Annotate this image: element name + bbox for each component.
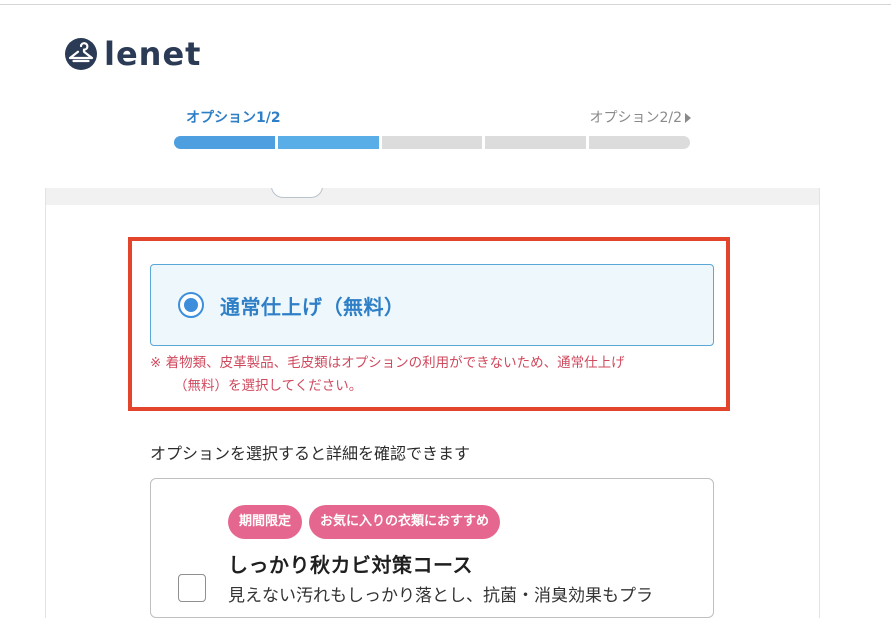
caret-right-icon xyxy=(685,113,691,123)
progress-segment xyxy=(277,136,379,149)
course-option-card[interactable]: 期間限定 お気に入りの衣類におすすめ しっかり秋カビ対策コース 見えない汚れもし… xyxy=(150,478,714,618)
recommended-badge: お気に入りの衣類におすすめ xyxy=(309,505,501,539)
note-line-1: ※ 着物類、皮革製品、毛皮類はオプションの利用ができないため、通常仕上げ xyxy=(150,355,625,371)
standard-finish-radio[interactable] xyxy=(178,292,204,318)
note-line-2: （無料）を選択してください。 xyxy=(174,378,363,394)
hanger-logo-icon xyxy=(65,38,97,70)
limited-time-badge: 期間限定 xyxy=(228,505,303,539)
step-current-label: オプション1/2 xyxy=(186,110,281,126)
top-divider xyxy=(0,4,891,5)
brand-logo[interactable]: lenet xyxy=(64,34,201,74)
card-header-scrolled xyxy=(46,188,819,205)
step-next-label: オプション2/2 xyxy=(589,110,682,126)
standard-finish-note: ※ 着物類、皮革製品、毛皮類はオプションの利用ができないため、通常仕上げ （無料… xyxy=(150,352,715,398)
course-title: しっかり秋カビ対策コース xyxy=(228,553,473,577)
step-next-link[interactable]: オプション2/2 xyxy=(589,110,691,126)
badge-group: 期間限定 お気に入りの衣類におすすめ xyxy=(228,505,501,539)
course-checkbox[interactable] xyxy=(178,574,206,602)
brand-name: lenet xyxy=(104,35,202,73)
standard-finish-option[interactable]: 通常仕上げ（無料） xyxy=(150,264,714,346)
scrolled-toggle-peek xyxy=(271,188,323,198)
progress-segment xyxy=(589,136,690,149)
option-hint-text: オプションを選択すると詳細を確認できます xyxy=(150,444,471,463)
step-progress-bar xyxy=(174,136,690,149)
progress-segment xyxy=(381,136,483,149)
progress-segment xyxy=(485,136,587,149)
radio-selected-dot xyxy=(184,298,198,312)
progress-segment xyxy=(174,136,275,149)
standard-finish-label: 通常仕上げ（無料） xyxy=(220,294,405,319)
